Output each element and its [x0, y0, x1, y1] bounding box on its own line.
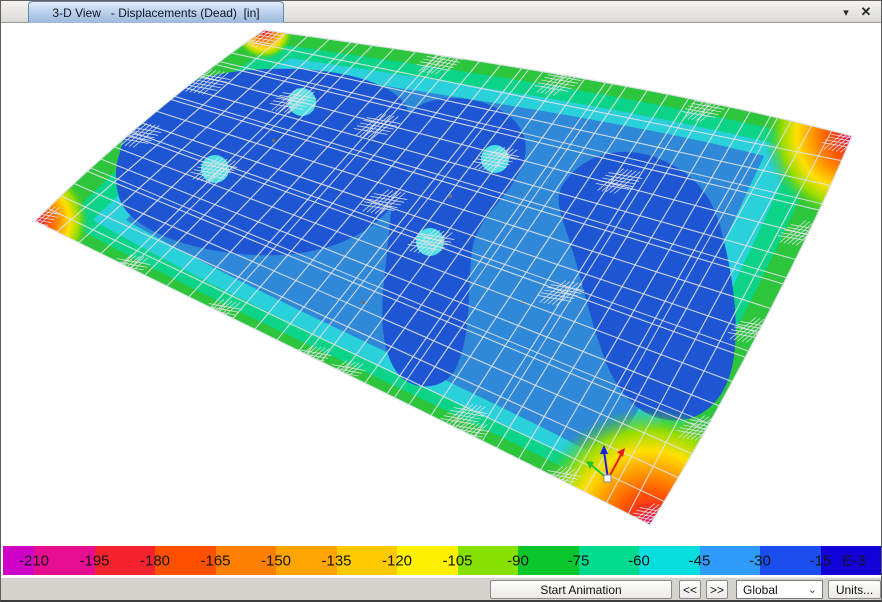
step-forward-button[interactable]: >>: [706, 580, 728, 599]
legend-unit-label: E-3: [842, 552, 865, 569]
step-back-button[interactable]: <<: [679, 580, 701, 599]
legend-value-label: -90: [507, 552, 529, 569]
coord-system-value: Global: [743, 583, 778, 597]
units-button[interactable]: Units...: [828, 580, 881, 599]
view-tab-title: 3-D View - Displacements (Dead) [in]: [52, 6, 259, 20]
close-icon[interactable]: ✕: [857, 3, 875, 21]
view-tab[interactable]: 3-D View - Displacements (Dead) [in]: [28, 1, 284, 23]
legend-value-label: -120: [382, 552, 412, 569]
legend-value-label: -105: [442, 552, 472, 569]
legend-value-label: -135: [321, 552, 351, 569]
window-menu-caret-icon[interactable]: ▾: [837, 3, 855, 21]
legend-value-label: -15: [810, 552, 832, 569]
title-bar: 3-D View - Displacements (Dead) [in] ▾ ✕: [1, 1, 881, 23]
legend-value-label: -210: [19, 552, 49, 569]
start-animation-button[interactable]: Start Animation: [490, 580, 672, 599]
legend-value-label: -45: [689, 552, 711, 569]
legend-value-label: -30: [749, 552, 771, 569]
legend-value-label: -180: [140, 552, 170, 569]
legend-value-label: -75: [568, 552, 590, 569]
legend-value-label: -165: [200, 552, 230, 569]
deformed-slab-3d-render: [2, 24, 881, 546]
contour-legend: -210 -195 -180 -165 -150 -135 -120 -105 -90 -75 -6…: [3, 546, 881, 575]
app-window: 3-D View - Displacements (Dead) [in] ▾ ✕: [0, 0, 882, 602]
legend-value-label: -195: [79, 552, 109, 569]
bottom-toolbar: Start Animation << >> Global ⌄ Units...: [1, 577, 882, 601]
graphics-viewport[interactable]: [2, 24, 881, 546]
chevron-down-icon: ⌄: [808, 583, 817, 596]
legend-value-label: -150: [261, 552, 291, 569]
coord-system-dropdown[interactable]: Global ⌄: [736, 580, 823, 599]
legend-value-label: -60: [628, 552, 650, 569]
